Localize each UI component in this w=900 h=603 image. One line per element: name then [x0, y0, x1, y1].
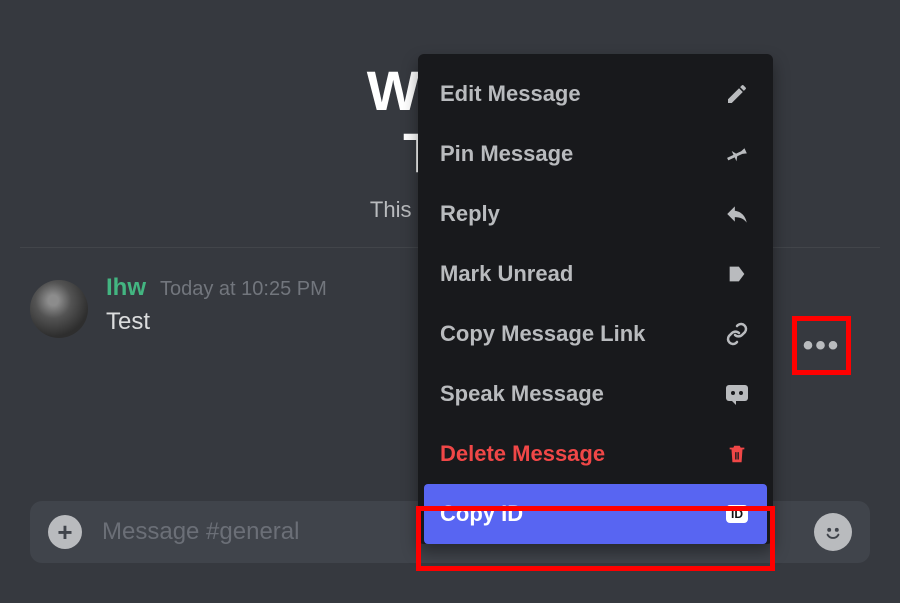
more-button-highlight: •••: [792, 316, 851, 375]
message-text: Test: [106, 308, 327, 336]
ctx-item-edit-message[interactable]: Edit Message: [418, 64, 773, 124]
ctx-item-label: Pin Message: [440, 141, 573, 167]
ctx-item-label: Edit Message: [440, 81, 581, 107]
id-icon: ID: [723, 500, 751, 528]
pin-icon: [723, 140, 751, 168]
ctx-item-reply[interactable]: Reply: [418, 184, 773, 244]
attach-button[interactable]: +: [48, 515, 82, 549]
ctx-item-copy-message-link[interactable]: Copy Message Link: [418, 304, 773, 364]
link-icon: [723, 320, 751, 348]
speak-icon: [723, 380, 751, 408]
context-menu: Edit Message Pin Message Reply Mark Unread C…: [418, 54, 773, 544]
ctx-item-label: Speak Message: [440, 381, 604, 407]
ctx-item-copy-id[interactable]: Copy ID ID: [424, 484, 767, 544]
pencil-icon: [723, 80, 751, 108]
timestamp: Today at 10:25 PM: [160, 278, 327, 301]
ctx-item-label: Reply: [440, 201, 500, 227]
unread-icon: [723, 260, 751, 288]
ctx-item-delete-message[interactable]: Delete Message: [418, 424, 773, 484]
ctx-item-label: Copy ID: [440, 501, 523, 527]
trash-icon: [723, 440, 751, 468]
username[interactable]: Ihw: [106, 274, 146, 302]
ctx-item-mark-unread[interactable]: Mark Unread: [418, 244, 773, 304]
ctx-item-speak-message[interactable]: Speak Message: [418, 364, 773, 424]
ctx-item-pin-message[interactable]: Pin Message: [418, 124, 773, 184]
emoji-button[interactable]: [814, 513, 852, 551]
reply-icon: [723, 200, 751, 228]
ctx-item-label: Mark Unread: [440, 261, 573, 287]
avatar[interactable]: [30, 280, 88, 338]
ctx-item-label: Copy Message Link: [440, 321, 645, 347]
ctx-item-label: Delete Message: [440, 441, 605, 467]
message-header: Ihw Today at 10:25 PM: [106, 274, 327, 302]
message-content: Ihw Today at 10:25 PM Test: [106, 274, 327, 336]
